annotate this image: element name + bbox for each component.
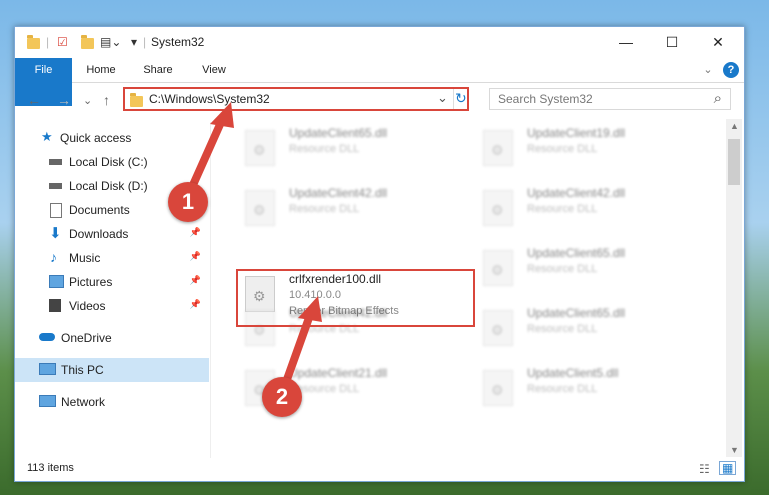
file-item[interactable]: UpdateClient65.dll Resource DLL	[475, 244, 690, 292]
explorer-window: | ☑ ▤⌄ ▾ | System32 — ☐ ✕ File Home Shar…	[14, 26, 745, 482]
sidebar-item-this-pc[interactable]: This PC	[15, 358, 209, 382]
folder-icon	[27, 35, 40, 49]
ribbon-tabs: File Home Share View ⌄ ?	[15, 58, 744, 106]
tab-view[interactable]: View	[191, 58, 237, 82]
scroll-up-icon[interactable]: ▲	[730, 121, 739, 131]
forward-button[interactable]: →	[57, 92, 71, 108]
step-2-badge: 2	[262, 377, 302, 417]
file-item[interactable]: UpdateClient42.dll Resource DLL	[475, 184, 690, 232]
sidebar-item-pictures[interactable]: Pictures 📌	[15, 270, 209, 294]
cloud-icon	[39, 333, 55, 341]
downloads-icon: ⬇	[49, 225, 62, 242]
file-item[interactable]: UpdateClient65.dll Resource DLL	[475, 304, 690, 352]
file-item[interactable]: UpdateClient5.dll Resource DLL	[475, 364, 690, 412]
tab-home[interactable]: Home	[77, 58, 125, 82]
dll-file-icon	[245, 130, 275, 166]
search-icon[interactable]: ⌕	[714, 90, 722, 107]
tab-share[interactable]: Share	[135, 58, 181, 82]
star-icon: ★	[41, 129, 53, 144]
network-icon	[39, 395, 56, 407]
properties-icon[interactable]: ☑	[57, 35, 68, 49]
navigation-pane: ★ Quick access Local Disk (C:) Local Dis…	[15, 122, 209, 462]
ribbon-expand-icon[interactable]: ⌄	[701, 58, 715, 82]
sidebar-item-local-disk-c[interactable]: Local Disk (C:)	[15, 150, 209, 174]
drive-icon	[49, 159, 62, 165]
step-1-badge: 1	[168, 182, 208, 222]
file-item[interactable]: UpdateClient42.dll Resource DLL	[237, 184, 452, 232]
dll-file-icon	[483, 190, 513, 226]
sidebar-item-network[interactable]: Network	[15, 390, 209, 414]
pictures-icon	[49, 275, 64, 288]
search-input[interactable]: Search System32	[498, 92, 593, 106]
dll-file-icon	[483, 130, 513, 166]
documents-icon	[50, 203, 62, 218]
file-item[interactable]: UpdateClient19.dll Resource DLL	[475, 124, 690, 172]
scroll-down-icon[interactable]: ▼	[730, 445, 739, 455]
help-icon[interactable]: ?	[723, 62, 739, 78]
quick-access-dropdown-icon[interactable]: ▾	[131, 35, 137, 49]
address-dropdown-icon[interactable]: ⌄	[437, 90, 448, 106]
dll-file-icon	[483, 310, 513, 346]
drive-icon	[49, 183, 62, 189]
refresh-icon[interactable]: ↻	[455, 90, 467, 107]
close-button[interactable]: ✕	[695, 27, 741, 58]
customize-toolbar-icon[interactable]: ▤⌄	[100, 35, 121, 49]
recent-locations-button[interactable]: ⌄	[83, 94, 92, 107]
maximize-button[interactable]: ☐	[649, 27, 695, 58]
title-bar: | ☑ ▤⌄ ▾ | System32 — ☐ ✕	[15, 27, 744, 58]
sidebar-item-onedrive[interactable]: OneDrive	[15, 326, 209, 350]
window-title: System32	[151, 35, 205, 49]
up-button[interactable]: ↑	[103, 92, 110, 108]
minimize-button[interactable]: —	[603, 27, 649, 58]
address-bar[interactable]: C:\Windows\System32 ⌄ ↻	[123, 87, 469, 111]
new-folder-icon[interactable]	[81, 35, 94, 49]
details-view-icon[interactable]: ☷	[699, 462, 710, 476]
dll-file-icon	[483, 250, 513, 286]
pin-icon[interactable]: 📌	[190, 227, 201, 238]
item-count: 113 items	[27, 462, 74, 474]
pin-icon[interactable]: 📌	[190, 251, 201, 262]
pin-icon[interactable]: 📌	[190, 299, 201, 310]
highlight-box	[236, 269, 475, 327]
pin-icon[interactable]: 📌	[190, 275, 201, 286]
address-folder-icon	[130, 93, 143, 107]
dll-file-icon	[245, 190, 275, 226]
back-button[interactable]: ←	[27, 92, 41, 108]
sidebar-item-videos[interactable]: Videos 📌	[15, 294, 209, 318]
vertical-scrollbar[interactable]: ▲ ▼	[726, 119, 742, 457]
sidebar-item-quick-access[interactable]: ★ Quick access	[15, 126, 209, 150]
sidebar-item-downloads[interactable]: ⬇ Downloads 📌	[15, 222, 209, 246]
sidebar-item-music[interactable]: ♪ Music 📌	[15, 246, 209, 270]
videos-icon	[49, 299, 61, 312]
dll-file-icon	[483, 370, 513, 406]
search-box[interactable]: Search System32 ⌕	[489, 88, 731, 110]
music-icon: ♪	[50, 249, 57, 265]
file-item[interactable]: UpdateClient65.dll Resource DLL	[237, 124, 452, 172]
large-icons-view-icon[interactable]: ▦	[719, 461, 737, 475]
scrollbar-thumb[interactable]	[728, 139, 740, 185]
pc-icon	[39, 363, 56, 375]
navigation-bar: ← → ⌄ ↑ C:\Windows\System32 ⌄ ↻ Search S…	[15, 83, 744, 117]
address-path[interactable]: C:\Windows\System32	[149, 92, 270, 106]
status-bar: 113 items ☷ ▦	[15, 459, 744, 481]
